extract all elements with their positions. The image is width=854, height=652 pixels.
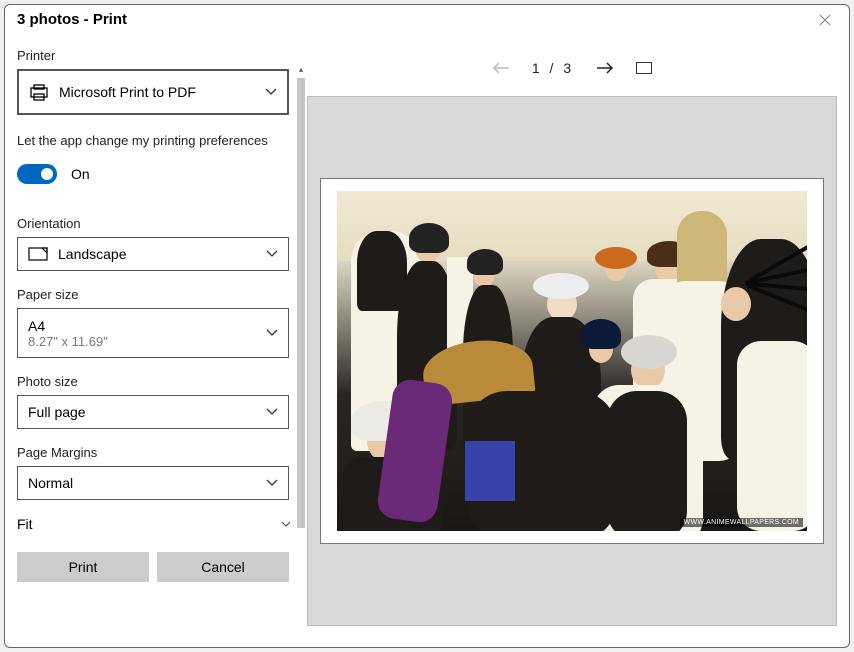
preferences-prompt: Let the app change my printing preferenc… (17, 133, 295, 148)
fullscreen-button[interactable] (636, 62, 652, 74)
action-buttons: Print Cancel (17, 552, 295, 582)
preferences-toggle[interactable] (17, 164, 57, 184)
photosize-selected: Full page (28, 404, 86, 420)
scroll-up-icon[interactable]: ▴ (297, 64, 305, 74)
photosize-label: Photo size (17, 374, 295, 389)
printer-label: Printer (17, 48, 295, 63)
dialog-body: ▴ Printer Microsoft Print to PDF Let the… (5, 32, 849, 638)
next-page-button[interactable] (596, 61, 614, 75)
paper-dropdown[interactable]: A4 8.27" x 11.69" (17, 308, 289, 358)
cancel-button[interactable]: Cancel (157, 552, 289, 582)
printer-icon (29, 82, 49, 102)
printer-selected: Microsoft Print to PDF (59, 84, 196, 100)
pager: 1 / 3 (307, 40, 837, 96)
preview-watermark: WWW.ANIMEWALLPAPERS.COM (680, 518, 803, 527)
printer-dropdown[interactable]: Microsoft Print to PDF (17, 69, 289, 115)
orientation-dropdown[interactable]: Landscape (17, 237, 289, 271)
print-dialog: 3 photos - Print ▴ Printer Microsoft Pri… (4, 4, 850, 648)
close-button[interactable] (813, 12, 837, 28)
orientation-selected: Landscape (58, 246, 127, 262)
fit-section[interactable]: Fit (17, 510, 297, 538)
page-current: 1 (532, 60, 543, 76)
page-total: 3 (563, 60, 574, 76)
toggle-knob (41, 168, 53, 180)
preview-canvas: WWW.ANIMEWALLPAPERS.COM (307, 96, 837, 626)
preferences-toggle-label: On (71, 166, 90, 182)
preferences-toggle-row: On (17, 164, 295, 184)
chevron-down-icon (266, 250, 278, 258)
chevron-down-icon (266, 408, 278, 416)
preview-page: WWW.ANIMEWALLPAPERS.COM (320, 178, 824, 544)
page-indicator: 1 / 3 (532, 60, 574, 76)
window-title: 3 photos - Print (17, 11, 127, 28)
chevron-down-icon (266, 479, 278, 487)
titlebar: 3 photos - Print (5, 5, 849, 32)
scrollbar-thumb[interactable] (297, 78, 305, 528)
settings-sidebar: ▴ Printer Microsoft Print to PDF Let the… (5, 32, 307, 638)
page-sep: / (550, 60, 557, 76)
print-button[interactable]: Print (17, 552, 149, 582)
landscape-icon (28, 246, 48, 262)
paper-dimensions: 8.27" x 11.69" (28, 334, 108, 349)
chevron-down-icon (266, 329, 278, 337)
margins-label: Page Margins (17, 445, 295, 460)
chevron-down-icon (265, 88, 277, 96)
margins-selected: Normal (28, 475, 73, 491)
chevron-down-icon (281, 521, 291, 528)
preview-photo: WWW.ANIMEWALLPAPERS.COM (337, 191, 807, 531)
prev-page-button[interactable] (492, 61, 510, 75)
preview-pane: 1 / 3 (307, 32, 849, 638)
paper-label: Paper size (17, 287, 295, 302)
fit-label: Fit (17, 516, 33, 532)
margins-dropdown[interactable]: Normal (17, 466, 289, 500)
photosize-dropdown[interactable]: Full page (17, 395, 289, 429)
orientation-label: Orientation (17, 216, 295, 231)
paper-selected: A4 (28, 318, 45, 334)
